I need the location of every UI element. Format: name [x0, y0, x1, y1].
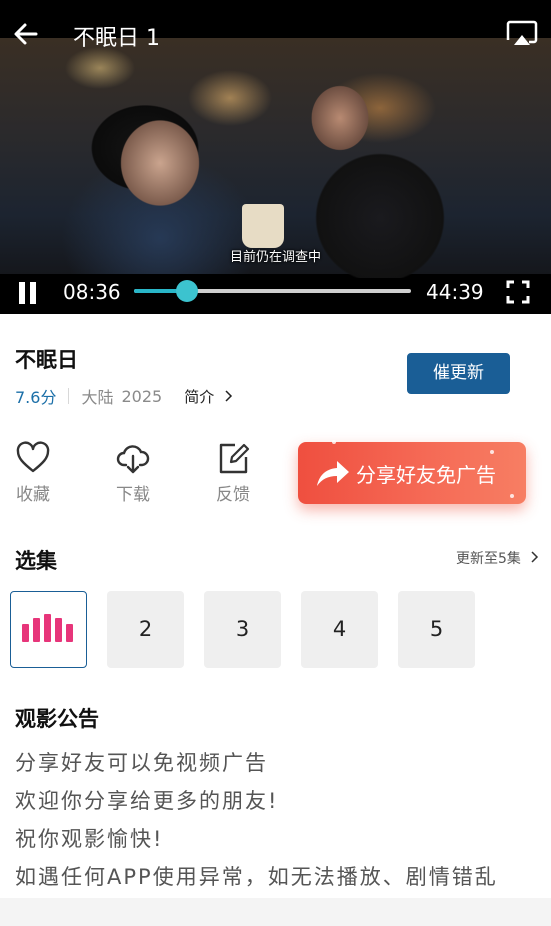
bottom-spacer [0, 898, 551, 926]
notice-line: 如遇任何APP使用异常，如无法播放、剧情错乱 [15, 865, 498, 889]
fullscreen-icon[interactable] [506, 280, 530, 304]
download-label: 下载 [116, 485, 150, 505]
urge-update-button[interactable]: 催更新 [407, 353, 510, 394]
notice-title: 观影公告 [15, 707, 99, 731]
cloud-download-icon [116, 445, 150, 474]
back-arrow-icon[interactable] [12, 20, 40, 48]
progress-track[interactable] [134, 280, 411, 302]
episodes-title: 选集 [15, 549, 57, 573]
episode-item-3[interactable]: 3 [204, 591, 281, 668]
edit-note-icon [219, 443, 250, 474]
favorite-label: 收藏 [16, 485, 50, 505]
player-top-bar: 不眠日 1 [0, 0, 551, 51]
pause-icon[interactable] [16, 282, 40, 306]
duration-time: 44:39 [426, 280, 484, 304]
heart-icon [16, 441, 50, 473]
video-subtitle: 目前仍在调查中 [229, 250, 321, 265]
episode-item-2[interactable]: 2 [107, 591, 184, 668]
cast-screen-icon[interactable] [504, 18, 540, 50]
share-ad-free-button[interactable]: 分享好友免广告 [298, 440, 526, 504]
share-arrow-icon [317, 461, 349, 486]
notice-line: 欢迎你分享给更多的朋友! [15, 789, 279, 813]
episode-title: 不眠日 1 [73, 26, 160, 51]
now-playing-bars-icon [22, 614, 73, 642]
download-button[interactable]: 下载 [103, 440, 163, 505]
notice-line: 祝你观影愉快! [15, 827, 164, 851]
sparkle-dot [332, 440, 336, 444]
meta-divider [68, 388, 70, 404]
current-time: 08:36 [63, 280, 121, 304]
video-player[interactable]: 目前仍在调查中 不眠日 1 08:36 44:39 [0, 0, 551, 314]
player-controls: 08:36 44:39 [0, 274, 551, 314]
episodes-updated-label: 更新至5集 [456, 551, 521, 567]
show-rating: 7.6分 [15, 388, 57, 407]
intro-link[interactable]: 简介 [184, 386, 233, 407]
intro-label: 简介 [184, 387, 215, 406]
show-year: 2025 [121, 386, 163, 406]
feedback-label: 反馈 [216, 485, 250, 505]
feedback-button[interactable]: 反馈 [203, 440, 263, 505]
chevron-right-icon [531, 551, 539, 563]
show-meta: 7.6分 大陆 2025 简介 [15, 384, 233, 408]
favorite-button[interactable]: 收藏 [3, 440, 63, 505]
episode-item-4[interactable]: 4 [301, 591, 378, 668]
show-region: 大陆 [81, 388, 114, 407]
sparkle-dot [510, 494, 514, 498]
episodes-updated-link[interactable]: 更新至5集 [456, 548, 539, 568]
episode-item-5[interactable]: 5 [398, 591, 475, 668]
share-label: 分享好友免广告 [356, 463, 496, 487]
chevron-right-icon [225, 389, 233, 402]
notice-line: 分享好友可以免视频广告 [15, 751, 268, 775]
video-frame [0, 38, 551, 278]
video-frame-man-figure [280, 58, 470, 278]
progress-knob[interactable] [176, 280, 199, 302]
video-frame-cup [242, 204, 284, 248]
show-title: 不眠日 [15, 348, 78, 372]
episode-item-1[interactable] [10, 591, 87, 668]
sparkle-dot [490, 450, 494, 454]
